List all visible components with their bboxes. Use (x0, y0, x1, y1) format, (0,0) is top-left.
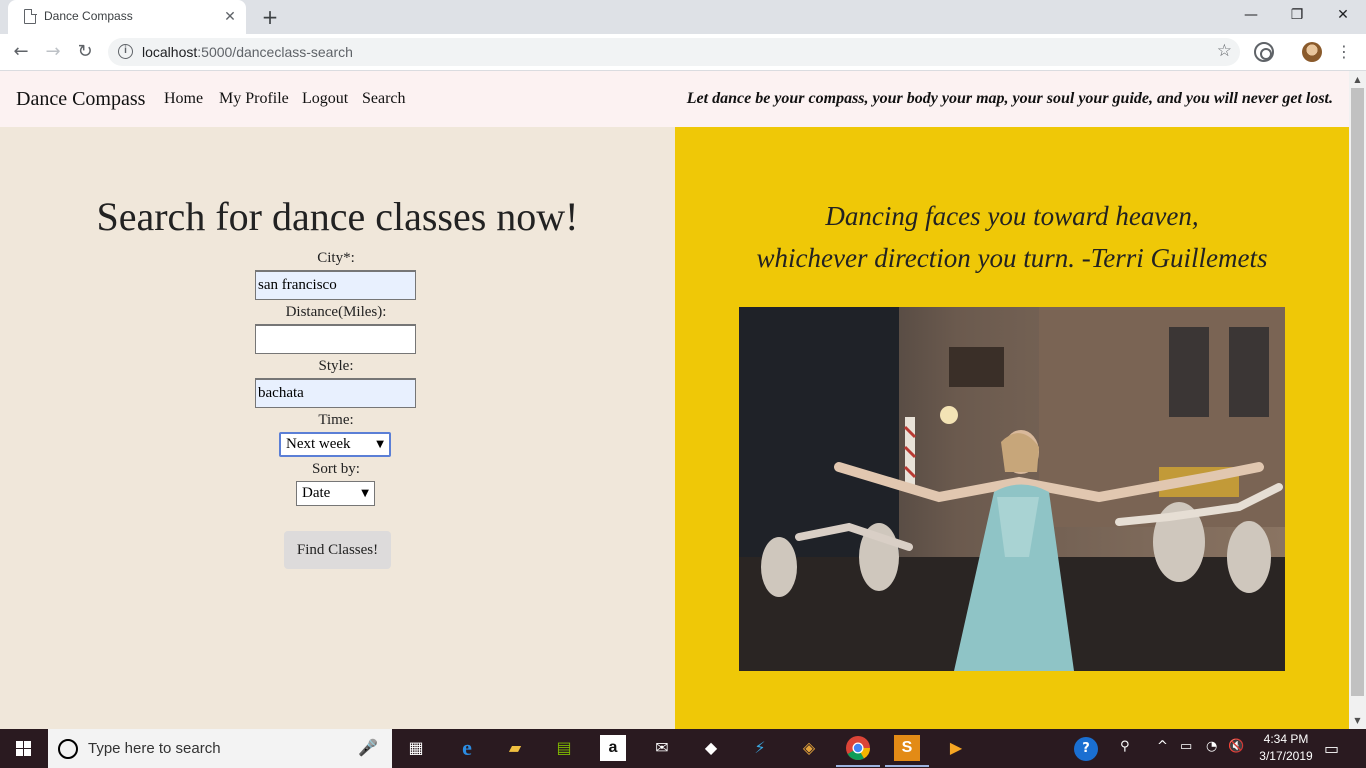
dancers-photo (739, 307, 1285, 671)
minimize-button[interactable]: — (1228, 0, 1274, 30)
taskbar-search-placeholder: Type here to search (88, 740, 221, 757)
close-window-button[interactable]: ✕ (1320, 0, 1366, 30)
mail-icon[interactable]: ✉ (649, 735, 675, 761)
address-bar[interactable]: i localhost:5000/danceclass-search ☆ (108, 38, 1240, 66)
find-classes-button[interactable]: Find Classes! (284, 531, 391, 569)
city-input[interactable]: san francisco (255, 270, 416, 300)
time-select-value: Next week (286, 436, 351, 452)
windows-logo-icon (16, 741, 31, 756)
scrollbar-thumb[interactable] (1351, 88, 1364, 696)
notifications-icon[interactable]: ▭ (1324, 739, 1339, 758)
quote-section: Dancing faces you toward heaven, whichev… (675, 127, 1349, 729)
browser-tab[interactable]: Dance Compass ✕ (8, 0, 246, 34)
city-label: City*: (317, 250, 355, 266)
page-scrollbar[interactable]: ▲ ▼ (1349, 71, 1366, 729)
git-icon[interactable]: ◈ (796, 735, 822, 761)
taskbar-clock-time[interactable]: 4:34 PM (1256, 732, 1316, 746)
search-form-section: Search for dance classes now! City*: san… (0, 127, 675, 729)
file-explorer-icon[interactable]: ▰ (502, 735, 528, 761)
nav-home[interactable]: Home (164, 90, 203, 108)
people-icon[interactable]: ⚲ (1120, 739, 1130, 754)
taskbar-search-box[interactable]: Type here to search 🎤 (48, 729, 392, 768)
page-title: Search for dance classes now! (96, 194, 579, 239)
distance-label: Distance(Miles): (285, 304, 387, 320)
restore-button[interactable]: ❐ (1274, 0, 1320, 30)
nav-my-profile[interactable]: My Profile (219, 90, 289, 108)
close-tab-icon[interactable]: ✕ (220, 7, 240, 27)
tab-title: Dance Compass (44, 9, 133, 23)
volume-muted-icon[interactable]: 🔇 (1228, 739, 1244, 754)
browser-tab-strip: Dance Compass ✕ + — ❐ ✕ (0, 0, 1366, 34)
task-view-icon[interactable]: ▦ (403, 735, 429, 761)
dropdown-arrow-icon: ▼ (361, 488, 369, 499)
nav-logout[interactable]: Logout (302, 90, 348, 108)
media-player-icon[interactable]: ▶ (943, 735, 969, 761)
quote-line-1: Dancing faces you toward heaven, (825, 201, 1199, 231)
dance-quote: Dancing faces you toward heaven, whichev… (675, 195, 1349, 279)
site-info-icon[interactable]: i (118, 44, 133, 59)
browser-menu-icon[interactable]: ⋮ (1334, 42, 1354, 62)
brand-link[interactable]: Dance Compass (16, 88, 145, 111)
tagline: Let dance be your compass, your body you… (686, 90, 1333, 107)
microphone-icon[interactable]: 🎤 (358, 738, 378, 757)
battery-icon[interactable]: ▭ (1180, 739, 1192, 754)
distance-input[interactable] (255, 324, 416, 354)
vscode-icon[interactable]: ⚡ (747, 735, 773, 761)
sort-label: Sort by: (312, 461, 360, 477)
windows-taskbar: Type here to search 🎤 ▦ e ▰ ▤ a ✉ ◆ ⚡ ◈ … (0, 729, 1366, 768)
edge-icon[interactable]: e (454, 735, 480, 761)
site-navbar: Dance Compass Home My Profile Logout Sea… (0, 71, 1349, 127)
help-icon[interactable]: ? (1074, 737, 1098, 761)
time-select[interactable]: Next week ▼ (279, 432, 391, 457)
sublime-text-icon[interactable]: S (885, 735, 929, 767)
forward-button[interactable]: → (39, 38, 67, 66)
time-label: Time: (318, 412, 354, 428)
wifi-icon[interactable]: ◔ (1206, 739, 1217, 754)
url-text: localhost:5000/danceclass-search (142, 44, 353, 60)
style-input[interactable]: bachata (255, 378, 416, 408)
reload-button[interactable]: ↻ (71, 38, 99, 66)
extension-icon[interactable] (1254, 42, 1274, 62)
start-button[interactable] (0, 729, 48, 768)
scroll-down-icon[interactable]: ▼ (1349, 712, 1366, 729)
sort-select-value: Date (302, 485, 331, 501)
page-icon (24, 8, 37, 24)
system-tray (1070, 729, 1366, 768)
scroll-up-icon[interactable]: ▲ (1349, 71, 1366, 88)
taskbar-clock-date[interactable]: 3/17/2019 (1256, 749, 1316, 763)
style-label: Style: (318, 358, 354, 374)
cortana-icon (58, 739, 78, 759)
show-hidden-icons-chevron-icon[interactable]: ^ (1157, 739, 1168, 754)
chrome-icon[interactable] (836, 735, 880, 767)
store-icon[interactable]: ▤ (551, 735, 577, 761)
sort-select[interactable]: Date ▼ (296, 481, 375, 506)
nav-search[interactable]: Search (362, 90, 406, 108)
quote-line-2: whichever direction you turn. -Terri Gui… (756, 243, 1268, 273)
dropdown-arrow-icon: ▼ (376, 439, 384, 450)
page-viewport: Dance Compass Home My Profile Logout Sea… (0, 71, 1366, 729)
browser-toolbar: ← → ↻ i localhost:5000/danceclass-search… (0, 34, 1366, 71)
new-tab-button[interactable]: + (258, 5, 282, 29)
back-button[interactable]: ← (7, 38, 35, 66)
profile-avatar[interactable] (1302, 42, 1322, 62)
bookmark-star-icon[interactable]: ☆ (1217, 41, 1232, 61)
dropbox-icon[interactable]: ◆ (698, 735, 724, 761)
amazon-icon[interactable]: a (600, 735, 626, 761)
